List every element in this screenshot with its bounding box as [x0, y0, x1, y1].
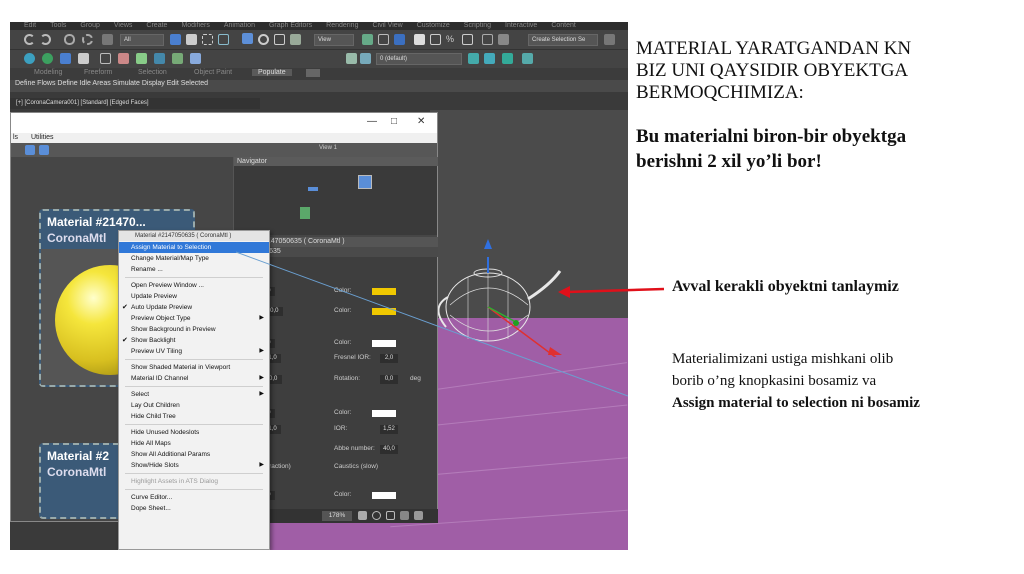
step2-text: Materialimizani ustiga mishkani olib bor… — [672, 348, 1017, 414]
step2-line: borib o’ng knopkasini bosamiz va — [672, 373, 877, 389]
step2-line: Materialimizani ustiga mishkani olib — [672, 351, 894, 367]
step2-bold: Assign material to selection ni bosamiz — [672, 395, 920, 411]
heading-line: BIZ UNI QAYSIDIR OBYEKTGA — [636, 60, 909, 81]
subheading-line: berishni 2 xil yo’li bor! — [636, 151, 822, 172]
subheading-line: Bu materialni biron-bir obyektga — [636, 126, 907, 147]
slide-heading: MATERIAL YARATGANDAN KN BIZ UNI QAYSIDIR… — [636, 38, 1021, 104]
red-arrow — [558, 286, 665, 298]
app-screenshot: Edit Tools Group Views Create Modifiers Animat… — [10, 22, 628, 550]
heading-line: BERMOQCHIMIZA: — [636, 82, 804, 103]
slide: Edit Tools Group Views Create Modifiers Animat… — [0, 0, 1024, 574]
step1-text: Avval kerakli obyektni tanlaymiz — [672, 278, 899, 295]
heading-line: MATERIAL YARATGANDAN KN — [636, 38, 912, 59]
pointer-line — [235, 251, 628, 397]
slide-subheading: Bu materialni biron-bir obyektga berishn… — [636, 124, 1021, 174]
